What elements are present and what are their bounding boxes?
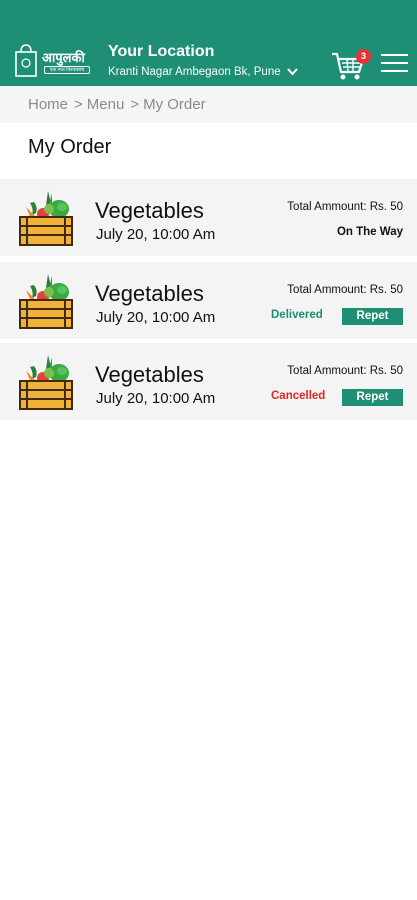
order-date: July 20, 10:00 Am: [96, 309, 216, 326]
order-name: Vegetables: [95, 281, 204, 306]
logo-text: आपुलकी: [42, 51, 85, 66]
cart-count-badge: 3: [356, 49, 371, 64]
order-card[interactable]: Vegetables July 20, 10:00 Am Total Ammou…: [0, 262, 417, 339]
brand-logo[interactable]: आपुलकी एक नातं विश्वासाचं: [14, 42, 94, 80]
menu-line: [381, 54, 408, 56]
vegetable-crate-icon: [19, 190, 73, 246]
order-card[interactable]: Vegetables July 20, 10:00 Am Total Ammou…: [0, 179, 417, 256]
location-address[interactable]: Kranti Nagar Ambegaon Bk, Pune: [108, 66, 298, 78]
breadcrumb-home[interactable]: Home: [28, 96, 68, 113]
order-name: Vegetables: [95, 198, 204, 223]
order-date: July 20, 10:00 Am: [96, 226, 216, 243]
breadcrumb-current: My Order: [143, 96, 206, 113]
order-amount: Total Ammount: Rs. 50: [287, 365, 403, 377]
repeat-order-button[interactable]: Repet: [342, 308, 403, 325]
app-header: आपुलकी एक नातं विश्वासाचं Your Location …: [0, 0, 417, 86]
menu-line: [381, 62, 408, 64]
page-title: My Order: [28, 136, 112, 158]
vegetable-crate-icon: [19, 354, 73, 410]
location-title[interactable]: Your Location: [108, 43, 214, 61]
breadcrumb-menu[interactable]: Menu: [87, 96, 125, 113]
order-status: Cancelled: [271, 390, 326, 402]
chevron-down-icon[interactable]: [286, 68, 298, 76]
order-status: On The Way: [336, 226, 403, 238]
order-amount: Total Ammount: Rs. 50: [287, 201, 403, 213]
breadcrumb: Home > Menu > My Order: [0, 86, 417, 123]
breadcrumb-separator: >: [74, 96, 83, 113]
order-date: July 20, 10:00 Am: [96, 390, 216, 407]
order-card[interactable]: Vegetables July 20, 10:00 Am Total Ammou…: [0, 343, 417, 420]
shopping-bag-icon: [15, 44, 37, 77]
order-name: Vegetables: [95, 362, 204, 387]
breadcrumb-separator: >: [130, 96, 140, 113]
repeat-order-button[interactable]: Repet: [342, 389, 403, 406]
menu-line: [381, 70, 408, 72]
order-amount: Total Ammount: Rs. 50: [287, 284, 403, 296]
logo-tagline: एक नातं विश्वासाचं: [44, 66, 90, 74]
location-address-text: Kranti Nagar Ambegaon Bk, Pune: [108, 66, 281, 78]
vegetable-crate-icon: [19, 273, 73, 329]
menu-icon[interactable]: [381, 54, 408, 76]
order-status: Delivered: [271, 309, 323, 321]
